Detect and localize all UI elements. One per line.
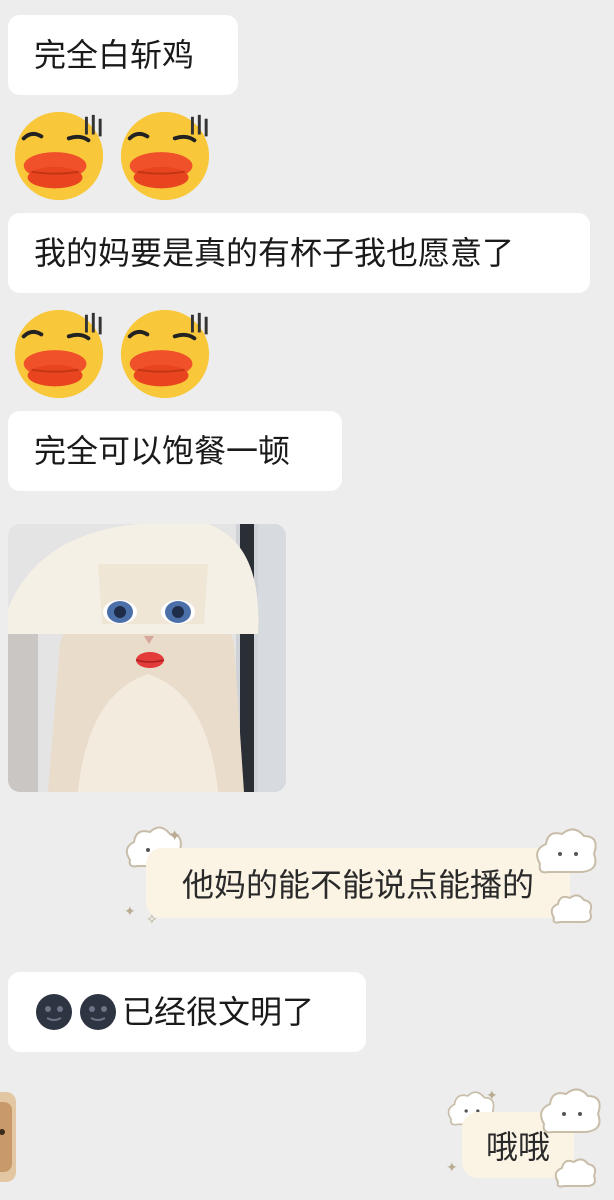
message-text: 完全可以饱餐一顿 (34, 432, 291, 470)
message-text: 完全白斩鸡 (34, 36, 195, 74)
duck-lips-emoji (120, 111, 210, 201)
bubble-decoration-cloud (530, 824, 604, 888)
message-text: 我的妈要是真的有杯子我也愿意了 (34, 234, 515, 272)
moon-face-emoji (36, 994, 72, 1030)
moon-face-emoji (80, 994, 116, 1030)
incoming-message-bubble[interactable]: 完全白斩鸡 (8, 15, 238, 95)
bubble-decoration-cloud (548, 892, 594, 930)
incoming-message-bubble[interactable]: 完全可以饱餐一顿 (8, 411, 342, 491)
sparkle-icon: ✦ (486, 1088, 498, 1104)
duck-lips-emoji (14, 309, 104, 399)
message-text: 已经很文明了 (122, 993, 315, 1031)
bubble-decoration-cloud (534, 1084, 608, 1148)
duck-lips-emoji (120, 309, 210, 399)
sparkle-icon: ✦ (446, 1160, 458, 1176)
message-text: 他妈的能不能说点能播的 (181, 866, 534, 904)
sparkle-icon: ✦ (124, 904, 136, 920)
outgoing-message-bubble[interactable]: 他妈的能不能说点能播的 (146, 848, 570, 918)
cat-with-lipstick-photo[interactable] (8, 524, 286, 792)
sparkle-icon: ✦ (168, 826, 182, 845)
incoming-message-bubble[interactable]: 我的妈要是真的有杯子我也愿意了 (8, 213, 590, 293)
sticker-message[interactable] (10, 306, 214, 402)
bubble-decoration-cloud (552, 1156, 598, 1194)
incoming-message-bubble[interactable]: 已经很文明了 (8, 972, 366, 1052)
sticker-message[interactable] (10, 108, 214, 204)
avatar[interactable] (0, 1092, 16, 1182)
duck-lips-emoji (14, 111, 104, 201)
